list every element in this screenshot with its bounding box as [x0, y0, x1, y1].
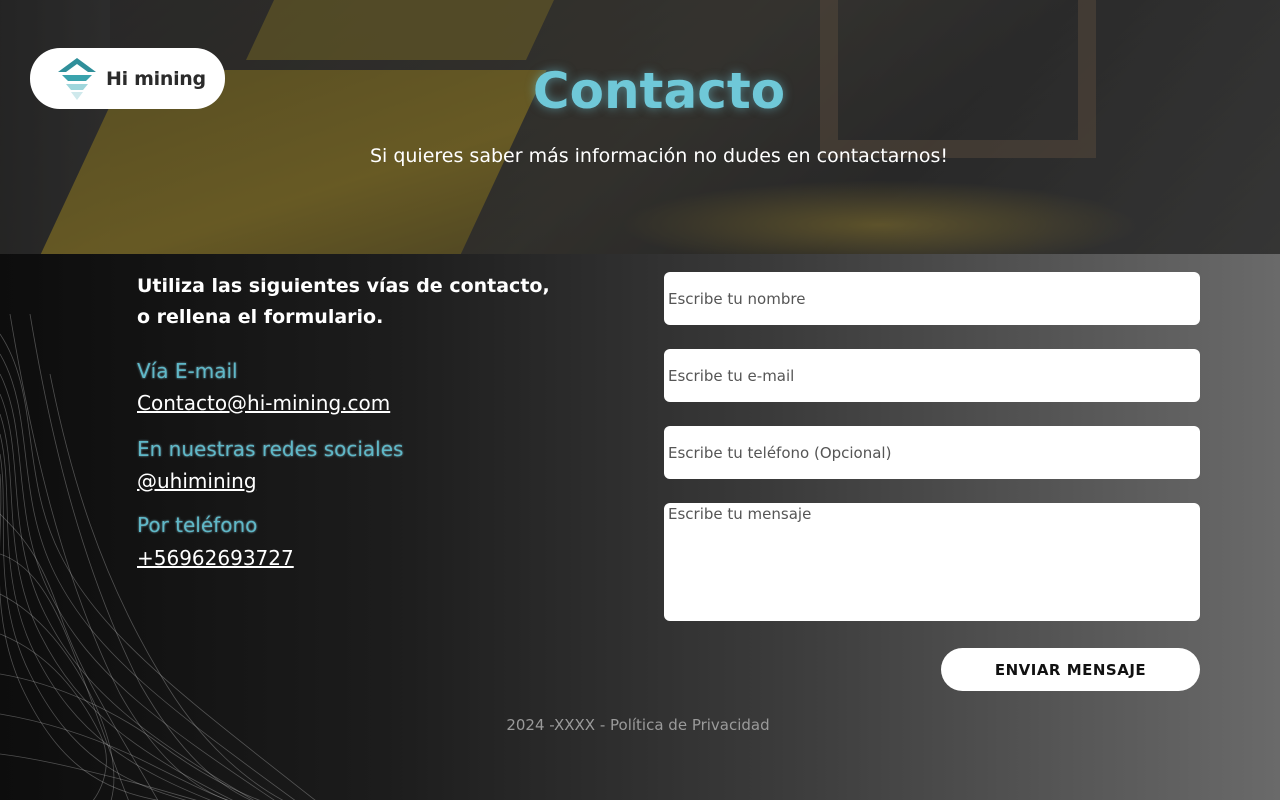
send-message-button[interactable]: ENVIAR MENSAJE: [941, 648, 1200, 691]
email-field[interactable]: [664, 349, 1200, 402]
name-field[interactable]: [664, 272, 1200, 325]
phone-field[interactable]: [664, 426, 1200, 479]
hero-banner: Hi mining Contacto Si quieres saber más …: [0, 0, 1280, 254]
footer: 2024 -XXXX - Política de Privacidad: [0, 716, 1276, 734]
contact-intro: Utiliza las siguientes vías de contacto,…: [137, 271, 617, 333]
contact-intro-line: Utiliza las siguientes vías de contacto,: [137, 275, 550, 297]
footer-copyright: 2024 -XXXX: [506, 716, 596, 734]
email-label: Vía E-mail: [137, 359, 238, 383]
social-label: En nuestras redes sociales: [137, 437, 404, 461]
hero-overlay: [0, 0, 1280, 254]
contact-intro-line: o rellena el formulario.: [137, 306, 384, 328]
contact-section: Utiliza las siguientes vías de contacto,…: [0, 254, 1280, 800]
footer-separator: -: [595, 716, 611, 734]
page-title: Contacto: [532, 62, 786, 120]
phone-link[interactable]: +56962693727: [137, 546, 294, 570]
phone-label: Por teléfono: [137, 513, 258, 537]
email-link[interactable]: Contacto@hi-mining.com: [137, 391, 390, 415]
privacy-policy-link[interactable]: Política de Privacidad: [610, 716, 770, 734]
social-link[interactable]: @uhimining: [137, 469, 257, 493]
message-field[interactable]: [664, 503, 1200, 621]
page-subtitle: Si quieres saber más información no dude…: [369, 145, 949, 167]
